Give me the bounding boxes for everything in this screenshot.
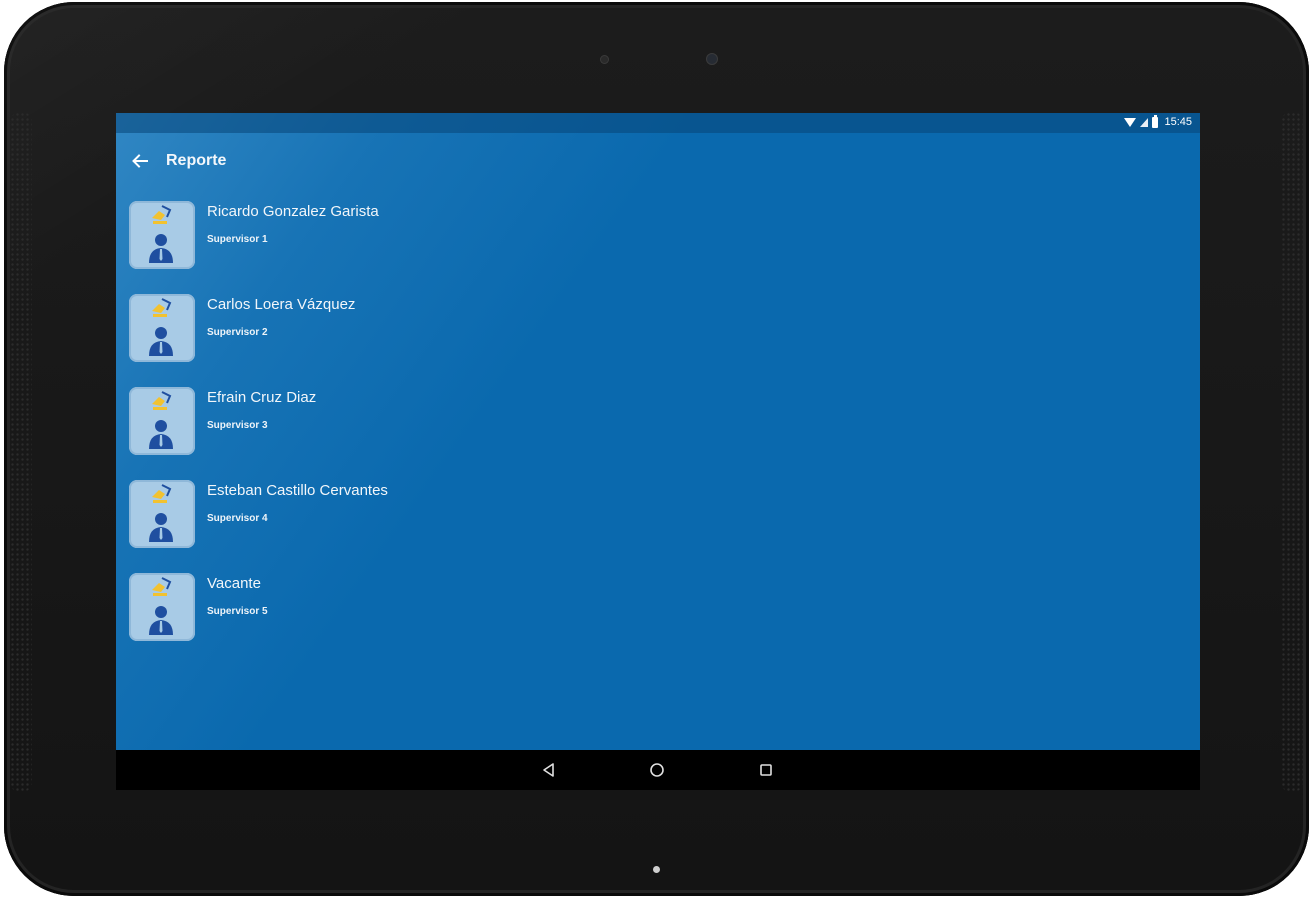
list-item-supervisor-5[interactable]: Vacante Supervisor 5 <box>116 573 1200 653</box>
supervisor-avatar-icon <box>129 294 195 362</box>
supervisor-role: Supervisor 3 <box>207 420 268 431</box>
wifi-icon <box>1124 117 1137 127</box>
supervisor-name: Ricardo Gonzalez Garista <box>207 203 379 220</box>
supervisor-avatar-icon <box>129 201 195 269</box>
status-time: 15:45 <box>1164 116 1192 128</box>
supervisor-role: Supervisor 4 <box>207 513 268 524</box>
supervisor-name: Carlos Loera Vázquez <box>207 296 356 313</box>
camera-sensor <box>600 55 609 64</box>
app-bar: Reporte <box>116 133 1200 189</box>
list-item-supervisor-3[interactable]: Efrain Cruz Diaz Supervisor 3 <box>116 387 1200 467</box>
supervisor-avatar-icon <box>129 387 195 455</box>
screen: 15:45 Reporte Ricardo Gonzalez Garista S… <box>116 113 1200 790</box>
supervisor-avatar-icon <box>129 573 195 641</box>
circle-home-icon <box>650 763 664 777</box>
device-indicator-dot <box>653 866 660 873</box>
square-recents-icon <box>760 764 772 776</box>
arrow-left-icon <box>132 154 148 168</box>
supervisor-role: Supervisor 2 <box>207 327 268 338</box>
signal-icon <box>1140 117 1149 127</box>
nav-back-button[interactable] <box>527 750 571 790</box>
triangle-back-icon <box>543 763 554 777</box>
speaker-grille-right <box>1281 112 1303 792</box>
status-icons: 15:45 <box>1124 114 1192 128</box>
supervisor-role: Supervisor 1 <box>207 234 268 245</box>
supervisor-role: Supervisor 5 <box>207 606 268 617</box>
page-title: Reporte <box>166 152 227 169</box>
front-camera <box>706 53 718 65</box>
status-bar: 15:45 <box>116 113 1200 133</box>
list-item-supervisor-2[interactable]: Carlos Loera Vázquez Supervisor 2 <box>116 294 1200 374</box>
back-button[interactable] <box>118 139 162 183</box>
nav-home-button[interactable] <box>635 750 679 790</box>
list-item-supervisor-4[interactable]: Esteban Castillo Cervantes Supervisor 4 <box>116 480 1200 560</box>
supervisor-name: Esteban Castillo Cervantes <box>207 482 388 499</box>
battery-icon <box>1152 114 1159 128</box>
navigation-bar <box>116 750 1200 790</box>
supervisor-name: Vacante <box>207 575 261 592</box>
nav-recents-button[interactable] <box>744 750 788 790</box>
list-item-supervisor-1[interactable]: Ricardo Gonzalez Garista Supervisor 1 <box>116 201 1200 281</box>
supervisor-name: Efrain Cruz Diaz <box>207 389 317 406</box>
speaker-grille-left <box>10 112 32 792</box>
supervisor-avatar-icon <box>129 480 195 548</box>
